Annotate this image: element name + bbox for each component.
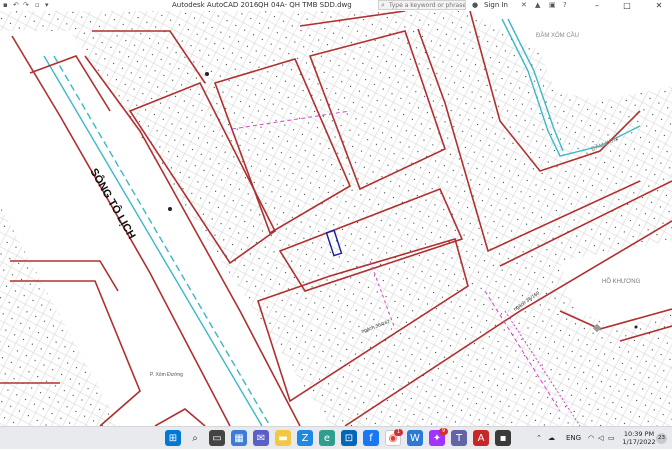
search-input[interactable] xyxy=(389,1,465,9)
autocad-icon[interactable]: A xyxy=(473,430,489,446)
clock[interactable]: 10:39 PM 1/17/2022 xyxy=(622,430,656,446)
zalo-icon[interactable]: Z xyxy=(297,430,313,446)
file-explorer-icon[interactable]: ▬ xyxy=(275,430,291,446)
search-box[interactable]: ⌕ xyxy=(378,0,466,10)
lake-east-label: HỒ KHƯƠNG xyxy=(602,278,641,285)
lake-north-label: ĐẦM XÓM CẦU xyxy=(536,32,579,39)
title-bar: ▪ ↶ ↷ ▫ ▾ Autodesk AutoCAD 2016 QH 04A- … xyxy=(0,0,672,11)
redo-icon[interactable]: ↷ xyxy=(23,0,29,11)
document-title: QH 04A- QH TMB SDD.dwg xyxy=(258,1,352,9)
start-button[interactable]: ⊞ xyxy=(165,430,181,446)
widgets-icon[interactable]: ▦ xyxy=(231,430,247,446)
tray-chevron-icon[interactable]: ⌃ xyxy=(536,427,542,450)
volume-icon[interactable]: ◁ xyxy=(598,427,603,450)
clock-date: 1/17/2022 xyxy=(622,438,656,446)
clock-time: 10:39 PM xyxy=(623,430,655,438)
store-icon[interactable]: ⊡ xyxy=(341,430,357,446)
plot-icon[interactable]: ▫ xyxy=(35,0,40,11)
task-view-icon[interactable]: ▭ xyxy=(209,430,225,446)
close-button[interactable]: ✕ xyxy=(652,0,666,11)
chat-icon[interactable]: ✉ xyxy=(253,430,269,446)
search-icon: ⌕ xyxy=(381,1,385,9)
language-indicator[interactable]: ENG xyxy=(566,427,581,450)
sign-in-button[interactable]: Sign In xyxy=(484,0,508,11)
facebook-icon[interactable]: f xyxy=(363,430,379,446)
drawing-canvas[interactable]: SÔNG TÔ LỊCH ĐẦM XÓM CẦU ĐẦM XÓM HỒ KHƯƠ… xyxy=(0,11,672,426)
ward-label: P. Xóm Đường xyxy=(150,372,183,378)
messenger-icon[interactable]: ✦ 9 xyxy=(429,428,448,446)
messenger-badge: 9 xyxy=(439,428,448,435)
wifi-icon[interactable]: ◠ xyxy=(588,427,594,450)
help-button[interactable]: ? xyxy=(563,0,567,11)
terminal-icon[interactable]: ▪ xyxy=(495,430,511,446)
maximize-button[interactable]: □ xyxy=(620,0,634,11)
teams-icon[interactable]: T xyxy=(451,430,467,446)
search-taskbar-icon[interactable]: ⌕ xyxy=(187,430,203,446)
app-title: Autodesk AutoCAD 2016 xyxy=(172,1,259,9)
user-icon[interactable]: ● xyxy=(472,0,478,11)
autodesk-a360-icon[interactable]: ▲ xyxy=(535,0,540,11)
taskbar: ⊞ ⌕ ▭ ▦ ✉ ▬ Z e ⊡ f ◉ 1 W ✦ 9 T A ▪ ⌃ ☁ EN… xyxy=(0,426,672,449)
chrome-icon[interactable]: ◉ 1 xyxy=(385,429,403,446)
minimize-button[interactable]: – xyxy=(590,0,604,11)
save-icon[interactable]: ▪ xyxy=(3,0,8,11)
cloud-icon[interactable]: ☁ xyxy=(548,427,555,450)
customize-icon[interactable]: ▾ xyxy=(45,0,49,11)
undo-icon[interactable]: ↶ xyxy=(13,0,19,11)
notification-badge[interactable]: 23 xyxy=(656,433,667,444)
word-icon[interactable]: W xyxy=(407,430,423,446)
battery-icon[interactable]: ▭ xyxy=(608,427,615,450)
exchange-icon[interactable]: ✕ xyxy=(521,0,527,11)
edge-icon[interactable]: e xyxy=(319,430,335,446)
cart-icon[interactable]: ▣ xyxy=(549,0,556,11)
chrome-badge: 1 xyxy=(394,429,403,436)
